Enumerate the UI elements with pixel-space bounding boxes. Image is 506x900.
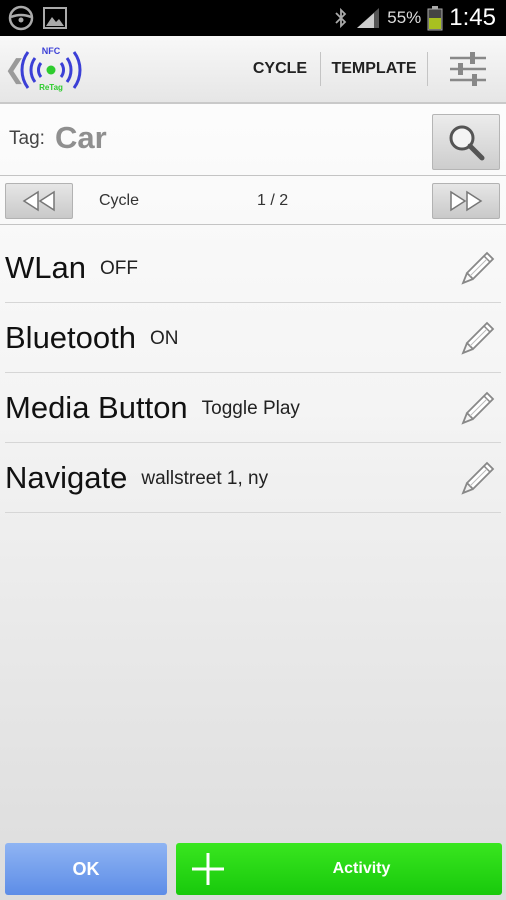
tag-row: Tag: Car <box>0 104 506 176</box>
activity-list: WLan OFF Bluetooth ON Media Button Toggle P… <box>0 233 506 513</box>
cycle-navigation: Cycle 1 / 2 <box>0 177 506 225</box>
sliders-icon <box>450 52 486 86</box>
app-logo[interactable]: NFC ReTag <box>14 44 88 94</box>
pencil-icon[interactable] <box>459 247 499 287</box>
logo-retag-text: ReTag <box>39 83 63 92</box>
rewind-icon <box>22 190 55 212</box>
list-item[interactable]: Bluetooth ON <box>5 303 501 373</box>
clock: 1:45 <box>449 4 496 31</box>
status-bar: 55% 1:45 <box>0 0 506 36</box>
add-activity-label: Activity <box>332 860 391 877</box>
list-item[interactable]: WLan OFF <box>5 233 501 303</box>
tag-label: Tag: <box>9 128 45 149</box>
list-item[interactable]: Media Button Toggle Play <box>5 373 501 443</box>
battery-icon <box>427 6 443 31</box>
pencil-icon[interactable] <box>459 317 499 357</box>
steering-wheel-icon <box>8 5 34 31</box>
tag-name[interactable]: Car <box>55 120 107 156</box>
activity-value: wallstreet 1, ny <box>141 468 269 489</box>
activity-name: Navigate wallstreet 1, ny <box>5 460 269 495</box>
cycle-label: Cycle <box>99 192 140 209</box>
activity-name: Media Button Toggle Play <box>5 390 300 425</box>
search-icon <box>449 125 485 161</box>
search-button[interactable] <box>432 114 500 170</box>
ok-button[interactable]: OK <box>5 843 167 895</box>
pencil-icon[interactable] <box>459 387 499 427</box>
activity-value: ON <box>150 328 179 349</box>
activity-value: Toggle Play <box>201 398 300 419</box>
settings-button[interactable] <box>428 36 506 102</box>
cycle-position: 1 / 2 <box>257 192 289 209</box>
logo-nfc-text: NFC <box>42 46 61 56</box>
previous-cycle-button[interactable] <box>5 183 73 219</box>
fast-forward-icon <box>450 190 483 212</box>
add-activity-button[interactable]: Activity <box>176 843 502 895</box>
bluetooth-icon <box>335 7 347 29</box>
list-item[interactable]: Navigate wallstreet 1, ny <box>5 443 501 513</box>
image-icon <box>43 7 67 29</box>
next-cycle-button[interactable] <box>432 183 500 219</box>
activity-value: OFF <box>99 258 138 279</box>
cycle-button[interactable]: CYCLE <box>240 36 320 102</box>
action-bar: ❮ NFC ReTag CYCLE TEMPLATE <box>0 36 506 104</box>
battery-percent: 55% <box>387 8 422 27</box>
template-button[interactable]: TEMPLATE <box>321 36 427 102</box>
signal-icon <box>357 8 380 28</box>
activity-name: Bluetooth ON <box>5 320 179 355</box>
activity-name: WLan OFF <box>5 250 138 285</box>
pencil-icon[interactable] <box>459 457 499 497</box>
